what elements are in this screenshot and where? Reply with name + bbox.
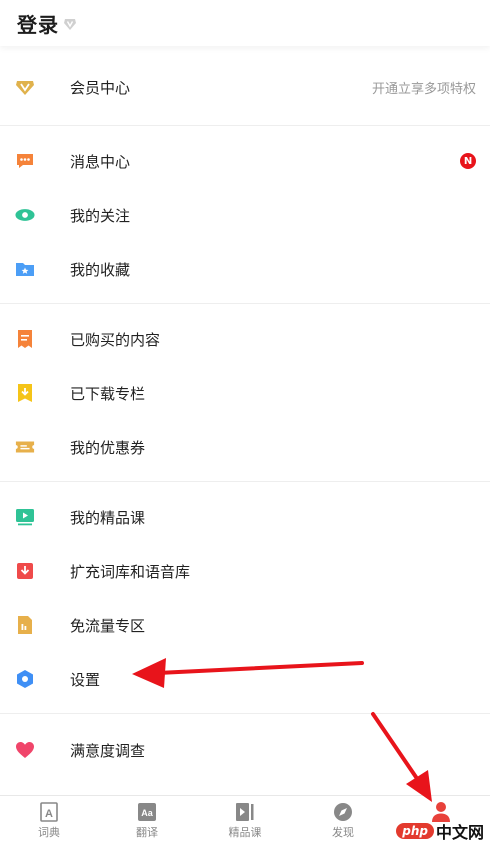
menu-item-messages[interactable]: 消息中心 N [0, 134, 490, 188]
section-messages: 消息中心 N 我的关注 我的收藏 [0, 126, 490, 304]
message-icon [15, 151, 35, 171]
data-file-icon [15, 615, 35, 635]
watermark-php: php [396, 823, 434, 839]
menu-item-survey[interactable]: 满意度调查 [0, 723, 490, 777]
menu-item-label: 我的关注 [70, 206, 131, 225]
dictionary-icon: A [39, 801, 59, 822]
php-cn-watermark: php 中文网 [396, 819, 484, 843]
menu-item-label: 扩充词库和语音库 [70, 562, 191, 581]
vip-diamond-icon [15, 77, 35, 97]
menu-item-label: 我的优惠券 [70, 438, 146, 457]
tab-label: 翻译 [136, 825, 158, 839]
menu-item-label: 已购买的内容 [70, 330, 161, 349]
menu-item-following[interactable]: 我的关注 [0, 188, 490, 242]
star-folder-icon [15, 259, 35, 279]
tab-courses[interactable]: 精品课 [196, 796, 294, 845]
menu-item-label: 设置 [70, 670, 101, 689]
section-survey: 满意度调查 [0, 714, 490, 786]
vip-v-icon [63, 17, 77, 31]
menu-item-downloaded[interactable]: 已下载专栏 [0, 366, 490, 420]
menu-item-vip-center[interactable]: 会员中心 开通立享多项特权 [0, 60, 490, 114]
header: 登录 [0, 0, 490, 46]
download-box-icon [15, 561, 35, 581]
section-vip: 会员中心 开通立享多项特权 [0, 56, 490, 126]
section-tools: 我的精品课 扩充词库和语音库 免流量专区 设置 [0, 482, 490, 714]
new-badge: N [460, 153, 476, 169]
tab-label: 词典 [38, 825, 60, 839]
menu-item-label: 会员中心 [70, 78, 131, 97]
tab-label: 发现 [332, 825, 354, 839]
menu-item-my-courses[interactable]: 我的精品课 [0, 490, 490, 544]
coupon-icon [15, 437, 35, 457]
menu-item-label: 我的收藏 [70, 260, 131, 279]
translate-icon: Aa [137, 802, 157, 822]
tab-label: 精品课 [228, 825, 262, 839]
heart-icon [15, 740, 35, 760]
svg-text:Aa: Aa [141, 808, 153, 818]
hexagon-settings-icon [15, 669, 35, 689]
svg-text:A: A [45, 808, 53, 820]
compass-icon [333, 802, 353, 822]
menu-item-dict-expand[interactable]: 扩充词库和语音库 [0, 544, 490, 598]
menu-item-label: 免流量专区 [70, 616, 146, 635]
menu-item-coupons[interactable]: 我的优惠券 [0, 420, 490, 474]
section-purchases: 已购买的内容 已下载专栏 我的优惠券 [0, 304, 490, 482]
video-icon [15, 507, 35, 527]
menu-item-favorites[interactable]: 我的收藏 [0, 242, 490, 296]
tab-discover[interactable]: 发现 [294, 796, 392, 845]
vip-promo-text: 开通立享多项特权 [371, 81, 476, 97]
course-icon [235, 802, 255, 822]
watermark-cn: 中文网 [435, 823, 484, 842]
tab-translate[interactable]: Aa 翻译 [98, 796, 196, 845]
menu-item-purchased[interactable]: 已购买的内容 [0, 312, 490, 366]
menu-item-settings[interactable]: 设置 [0, 652, 490, 706]
eye-icon [15, 205, 35, 225]
menu-item-label: 已下载专栏 [70, 384, 146, 403]
tab-dictionary[interactable]: A 词典 [0, 796, 98, 845]
menu-item-label: 我的精品课 [70, 508, 146, 527]
receipt-icon [15, 329, 35, 349]
menu-item-label: 消息中心 [70, 152, 131, 171]
download-icon [15, 383, 35, 403]
menu-item-label: 满意度调查 [70, 741, 146, 760]
login-title[interactable]: 登录 [17, 9, 59, 38]
menu-item-free-data[interactable]: 免流量专区 [0, 598, 490, 652]
